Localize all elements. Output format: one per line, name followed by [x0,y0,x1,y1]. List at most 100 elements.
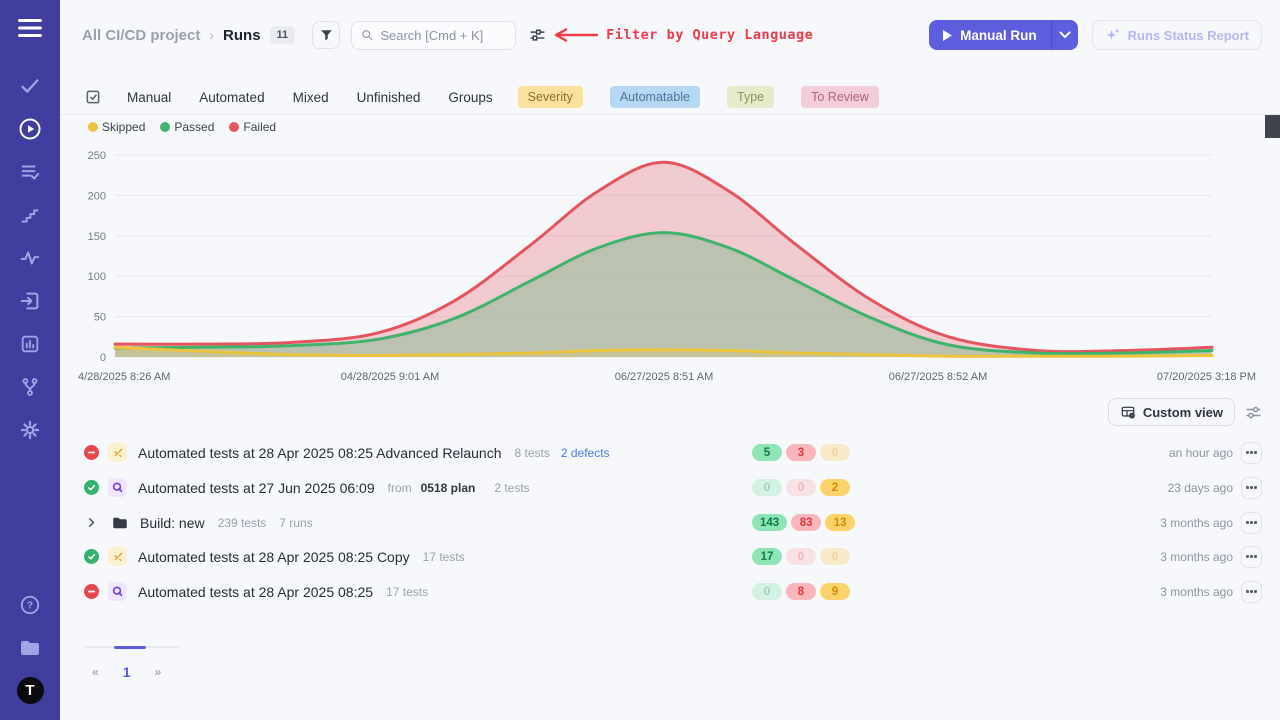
svg-text:4/28/2025 8:26 AM: 4/28/2025 8:26 AM [78,371,170,383]
legend-item-failed[interactable]: Failed [229,120,276,134]
skipped-count-badge: 2 [820,479,850,496]
runs-play-icon[interactable] [0,107,60,150]
row-menu-button[interactable] [1241,477,1262,499]
tab-manual[interactable]: Manual [127,90,171,105]
import-icon[interactable] [0,279,60,322]
run-row[interactable]: Automated tests at 28 Apr 2025 08:25 Adv… [84,435,1262,470]
row-menu-button[interactable] [1241,581,1262,603]
svg-text:06/27/2025 8:51 AM: 06/27/2025 8:51 AM [615,371,713,383]
tab-mixed[interactable]: Mixed [293,90,329,105]
chip-to-review[interactable]: To Review [801,86,879,108]
breadcrumb-project[interactable]: All CI/CD project [82,27,200,44]
status-passed-icon [84,549,99,564]
run-defects-link[interactable]: 2 defects [561,446,610,460]
runs-status-report-label: Runs Status Report [1128,28,1249,43]
list-settings-button[interactable] [1245,404,1262,421]
skipped-count-badge: 13 [825,514,855,531]
run-title[interactable]: Automated tests at 28 Apr 2025 08:25 Cop… [138,549,410,565]
sidebar: ? T [0,0,60,720]
pagination-next-button[interactable]: » [154,665,161,679]
manual-run-label: Manual Run [960,28,1037,43]
legend-item-skipped[interactable]: Skipped [88,120,145,134]
row-menu-button[interactable] [1241,512,1262,534]
annotation: Filter by Query Language [552,27,813,43]
select-all-button[interactable] [84,88,102,106]
folder-icon [111,514,129,532]
pagination-prev-button[interactable]: « [92,665,99,679]
settings-gear-icon[interactable] [0,408,60,451]
tab-unfinished[interactable]: Unfinished [357,90,421,105]
chip-type[interactable]: Type [727,86,774,108]
svg-text:200: 200 [88,190,106,202]
skipped-count-badge: 0 [820,444,850,461]
qase-app-icon [108,478,127,497]
menu-icon[interactable] [0,0,60,56]
svg-text:250: 250 [88,150,106,162]
passed-count-badge: 5 [752,444,782,461]
run-tests-count: 17 tests [386,585,428,599]
passed-count-badge: 0 [752,583,782,600]
row-menu-button[interactable] [1241,546,1262,568]
tabs-bar: Manual Automated Mixed Unfinished Groups… [60,80,1280,115]
run-row[interactable]: Automated tests at 27 Jun 2025 06:09 fro… [84,470,1262,505]
run-tests-count: 17 tests [423,550,465,564]
tabs-group: Manual Automated Mixed Unfinished Groups [127,90,493,105]
workspace-logo[interactable]: T [0,669,60,712]
search-input[interactable] [380,28,506,43]
status-passed-icon [84,480,99,495]
passed-count-badge: 17 [752,548,782,565]
scrollbar-thumb[interactable] [1265,115,1280,138]
manual-run-button[interactable]: Manual Run [929,20,1051,50]
test-plans-icon[interactable] [0,150,60,193]
svg-text:07/20/2025 3:18 PM: 07/20/2025 3:18 PM [1157,371,1256,383]
query-filter-button[interactable] [529,27,546,44]
custom-view-button[interactable]: Custom view [1108,398,1235,426]
pagination-page-1[interactable]: 1 [123,664,131,680]
filter-funnel-button[interactable] [312,21,340,49]
projects-folder-icon[interactable] [0,626,60,669]
run-row[interactable]: Automated tests at 28 Apr 2025 08:25 17 … [84,574,1262,609]
run-title[interactable]: Automated tests at 28 Apr 2025 08:25 Adv… [138,445,501,461]
run-title[interactable]: Automated tests at 27 Jun 2025 06:09 [138,480,375,496]
failed-count-badge: 0 [786,479,816,496]
search-icon [361,28,373,42]
tab-automated[interactable]: Automated [199,90,264,105]
milestones-icon[interactable] [0,365,60,408]
pagination-active-indicator [114,646,146,649]
help-icon[interactable]: ? [0,583,60,626]
chip-severity[interactable]: Severity [518,86,583,108]
run-plan-name[interactable]: 0518 plan [421,481,476,495]
run-timestamp: an hour ago [1169,446,1233,460]
expand-chevron-icon[interactable] [84,517,98,528]
group-runs-count: 7 runs [279,516,312,530]
test-cases-icon[interactable] [0,64,60,107]
run-group-row[interactable]: Build: new 239 tests 7 runs 143 83 13 3 … [84,505,1262,540]
search-box[interactable] [351,21,516,50]
run-timestamp: 3 months ago [1160,550,1233,564]
pagination-track [84,646,180,648]
result-badges: 143 83 13 [752,514,855,531]
legend-item-passed[interactable]: Passed [160,120,214,134]
failed-dot-icon [229,122,239,132]
shared-steps-icon[interactable] [0,193,60,236]
passed-count-badge: 143 [752,514,787,531]
skipped-count-badge: 9 [820,583,850,600]
row-menu-button[interactable] [1241,442,1262,464]
play-icon [943,30,952,41]
svg-text:50: 50 [94,312,106,324]
run-title[interactable]: Automated tests at 28 Apr 2025 08:25 [138,584,373,600]
manual-run-dropdown-button[interactable] [1051,20,1078,50]
run-row[interactable]: Automated tests at 28 Apr 2025 08:25 Cop… [84,539,1262,574]
activity-pulse-icon[interactable] [0,236,60,279]
runs-status-report-button[interactable]: Runs Status Report [1092,20,1262,50]
chip-automatable[interactable]: Automatable [610,86,700,108]
tab-groups[interactable]: Groups [448,90,492,105]
failed-count-badge: 83 [791,514,821,531]
skipped-dot-icon [88,122,98,132]
passed-dot-icon [160,122,170,132]
analytics-icon[interactable] [0,322,60,365]
legend-label: Skipped [102,120,145,134]
group-title[interactable]: Build: new [140,515,205,531]
manual-run-split-button: Manual Run [929,20,1078,50]
annotation-arrow-icon [552,28,598,42]
